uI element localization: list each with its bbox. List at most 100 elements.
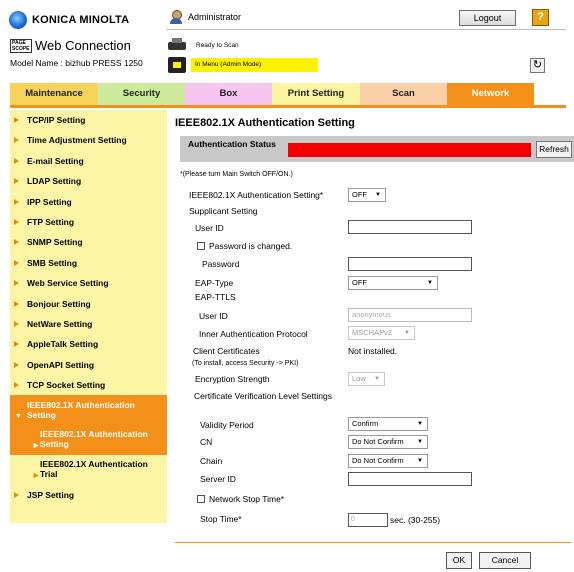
sidebar-item-label: SNMP Setting: [27, 237, 83, 248]
password-changed-checkbox[interactable]: [197, 242, 205, 250]
sidebar-item-email[interactable]: E-mail Setting: [10, 151, 167, 171]
arrow-right-icon: [14, 117, 19, 123]
arrow-right-icon: [14, 361, 19, 368]
validity-value: Confirm: [352, 419, 379, 428]
chain-value: Do Not Confirm: [352, 456, 404, 465]
cn-select[interactable]: Do Not Confirm ▼: [348, 435, 428, 449]
password-label: Password: [202, 259, 240, 269]
header: KONICA MINOLTA PAGE SCOPE Web Connection…: [0, 0, 574, 80]
eap-type-select[interactable]: OFF ▼: [348, 276, 438, 290]
sidebar-item-label: OpenAPI Setting: [27, 359, 95, 370]
sidebar-item-netware[interactable]: NetWare Setting: [10, 314, 167, 334]
arrow-right-icon: ►: [32, 470, 41, 481]
cn-value: Do Not Confirm: [352, 437, 404, 446]
brand-logo: KONICA MINOLTA: [9, 11, 129, 29]
cert-verify-label: Certificate Verification Level Settings: [194, 391, 332, 401]
mode-status: In Menu (Admin Mode): [168, 57, 318, 73]
network-stop-checkbox[interactable]: [197, 495, 205, 503]
arrow-right-icon: [14, 137, 19, 144]
password-input[interactable]: [348, 257, 472, 271]
validity-select[interactable]: Confirm ▼: [348, 417, 428, 431]
chevron-down-icon: ▼: [427, 280, 433, 286]
cancel-button[interactable]: Cancel: [479, 552, 531, 569]
sidebar-item-label: Time Adjustment Setting: [27, 135, 127, 146]
inner-auth-select[interactable]: MSCHAPv2 ▼: [348, 326, 415, 340]
product-logo: PAGE SCOPE Web Connection: [10, 38, 131, 53]
tab-box[interactable]: Box: [185, 83, 272, 105]
main-tabs: Maintenance Security Box Print Setting S…: [10, 83, 534, 105]
sidebar-item-tcpip[interactable]: TCP/IP Setting: [10, 110, 167, 130]
sidebar-item-label: LDAP Setting: [27, 176, 82, 187]
auth-status-bar: Authentication Status Refresh: [180, 136, 574, 162]
ieee-setting-label: IEEE802.1X Authentication Setting*: [189, 190, 324, 200]
sidebar-item-tcp-socket[interactable]: TCP Socket Setting: [10, 375, 167, 395]
sidebar-subitem-auth-setting[interactable]: ► IEEE802.1X Authentication Setting: [10, 425, 167, 456]
arrow-right-icon: [14, 239, 19, 246]
sidebar-item-appletalk[interactable]: AppleTalk Setting: [10, 334, 167, 354]
sidebar-item-ieee8021x[interactable]: ▼ IEEE802.1X Authentication Setting: [10, 395, 167, 426]
refresh-icon[interactable]: ↻: [530, 58, 545, 73]
refresh-button[interactable]: Refresh: [536, 141, 572, 158]
sidebar-item-time-adjustment[interactable]: Time Adjustment Setting: [10, 130, 167, 150]
device-status: Ready to Scan: [168, 38, 239, 52]
stop-time-input[interactable]: 0: [348, 513, 388, 527]
sidebar-item-label: AppleTalk Setting: [27, 339, 99, 350]
sidebar-item-label: SMB Setting: [27, 257, 78, 268]
arrow-right-icon: [14, 300, 19, 307]
supplicant-label: Supplicant Setting: [189, 206, 258, 216]
logout-button[interactable]: Logout: [459, 10, 516, 26]
product-name: Web Connection: [35, 38, 131, 53]
auth-status-label: Authentication Status: [188, 139, 276, 149]
page-title: IEEE802.1X Authentication Setting: [175, 117, 355, 129]
ieee-setting-select[interactable]: OFF ▼: [348, 188, 386, 202]
sidebar-item-ftp[interactable]: FTP Setting: [10, 212, 167, 232]
arrow-right-icon: [14, 218, 19, 225]
model-name: Model Name : bizhub PRESS 1250: [10, 58, 143, 68]
sidebar-item-label: E-mail Setting: [27, 155, 84, 166]
tab-underline: [10, 105, 566, 108]
mode-status-text: In Menu (Admin Mode): [191, 58, 318, 72]
sidebar-item-label: Bonjour Setting: [27, 298, 91, 309]
tab-maintenance[interactable]: Maintenance: [10, 83, 98, 105]
sidebar-item-smb[interactable]: SMB Setting: [10, 253, 167, 273]
sidebar-item-ipp[interactable]: IPP Setting: [10, 192, 167, 212]
sidebar-item-web-service[interactable]: Web Service Setting: [10, 273, 167, 293]
arrow-down-icon: ▼: [15, 413, 22, 421]
user-name: Administrator: [188, 12, 242, 22]
network-stop-label: Network Stop Time*: [209, 494, 285, 504]
server-id-input[interactable]: [348, 472, 472, 486]
printer-icon: [168, 38, 186, 52]
encryption-select[interactable]: Low ▼: [348, 372, 385, 386]
encryption-value: Low: [352, 374, 366, 383]
sidebar-subitem-auth-trial[interactable]: ► IEEE802.1X Authentication Trial: [10, 455, 167, 486]
client-cert-hint: (To install, access Security -> PKI): [192, 360, 299, 367]
sidebar-item-openapi[interactable]: OpenAPI Setting: [10, 355, 167, 375]
help-icon[interactable]: ?: [532, 9, 549, 26]
user-id-label: User ID: [195, 223, 224, 233]
ok-button[interactable]: OK: [446, 552, 472, 569]
sidebar-item-label: IEEE802.1X Authentication Setting: [27, 400, 135, 421]
chevron-down-icon: ▼: [417, 439, 423, 445]
chevron-down-icon: ▼: [417, 458, 423, 464]
tab-network[interactable]: Network: [447, 83, 534, 105]
ttls-user-id-input[interactable]: anonymous: [348, 308, 472, 322]
sidebar-item-jsp[interactable]: JSP Setting: [10, 485, 167, 505]
device-status-text: Ready to Scan: [196, 41, 239, 49]
network-stop-row: Network Stop Time*: [197, 494, 284, 504]
sidebar-item-snmp[interactable]: SNMP Setting: [10, 232, 167, 252]
stop-time-unit: sec. (30-255): [390, 515, 441, 525]
validity-label: Validity Period: [200, 420, 254, 430]
arrow-right-icon: [14, 382, 19, 389]
user-id-input[interactable]: [348, 220, 472, 234]
sidebar-item-bonjour[interactable]: Bonjour Setting: [10, 294, 167, 314]
encryption-label: Encryption Strength: [195, 374, 270, 384]
chain-select[interactable]: Do Not Confirm ▼: [348, 454, 428, 468]
inner-auth-label: Inner Authentication Protocol: [199, 329, 308, 339]
tab-security[interactable]: Security: [98, 83, 185, 105]
tab-scan[interactable]: Scan: [360, 83, 447, 105]
sidebar: TCP/IP Setting Time Adjustment Setting E…: [10, 110, 167, 523]
main-content: IEEE802.1X Authentication Setting Authen…: [175, 110, 574, 570]
tab-print-setting[interactable]: Print Setting: [272, 83, 360, 105]
eap-type-value: OFF: [352, 278, 367, 287]
sidebar-item-ldap[interactable]: LDAP Setting: [10, 171, 167, 191]
